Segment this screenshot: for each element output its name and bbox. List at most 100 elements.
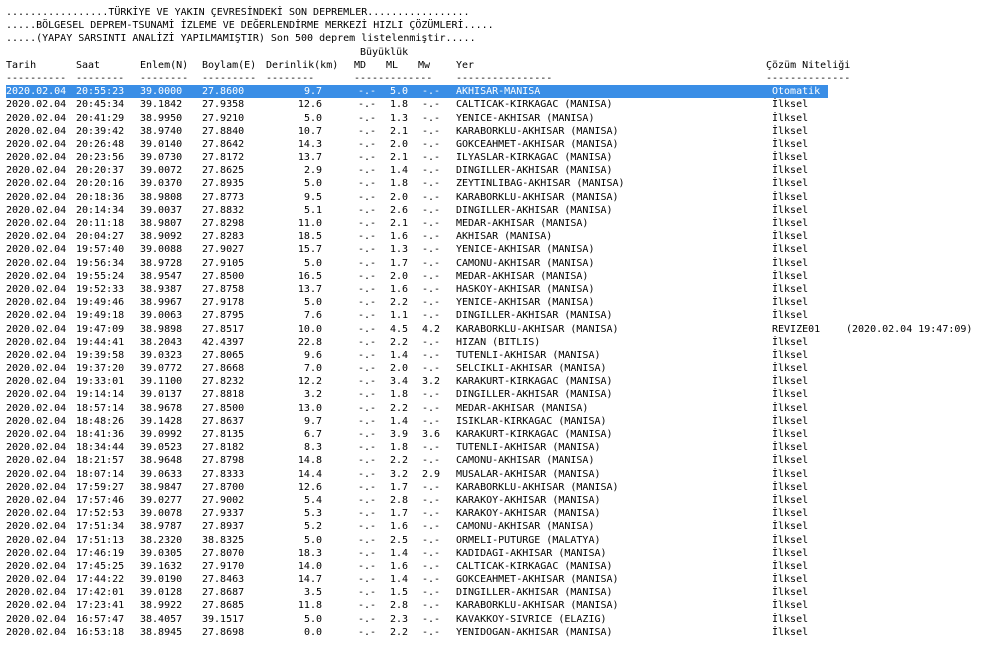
table-row[interactable]: 2020.02.04 17:45:25 39.1632 27.9170 14.0 -.- 1… (6, 560, 1000, 573)
table-row[interactable]: 2020.02.04 18:41:36 39.0992 27.8135 6.7 -.- 3.… (6, 428, 1000, 441)
cell-time: 19:55:24 (76, 270, 125, 282)
table-row[interactable]: 2020.02.04 17:46:19 39.0305 27.8070 18.3 -.- 1… (6, 547, 1000, 560)
table-row[interactable]: 2020.02.04 19:49:18 39.0063 27.8795 7.6 -.- 1.… (6, 309, 1000, 322)
cell-depth: 9.7 (303, 86, 322, 98)
cell-date: 2020.02.04 (6, 257, 67, 269)
table-row[interactable]: 2020.02.04 20:20:16 39.0370 27.8935 5.0 -.- 1.… (6, 177, 1000, 190)
table-row[interactable]: 2020.02.04 20:39:42 38.9740 27.8840 10.7 -.- 2… (6, 125, 1000, 138)
cell-time: 17:52:53 (76, 508, 125, 520)
cell-mw: -.- (422, 455, 441, 467)
table-row[interactable]: 2020.02.04 19:37:20 39.0772 27.8668 7.0 -.- 2.… (6, 362, 1000, 375)
table-row[interactable]: 2020.02.04 18:57:14 38.9678 27.8500 13.0 -.- 2… (6, 402, 1000, 415)
table-row[interactable]: 2020.02.04 20:20:37 39.0072 27.8625 2.9 -.- 1.… (6, 164, 1000, 177)
table-row[interactable]: 2020.02.04 17:23:41 38.9922 27.8685 11.8 -.- 2… (6, 599, 1000, 612)
cell-ml: 1.1 (390, 310, 409, 322)
cell-time: 20:39:42 (76, 125, 125, 137)
table-row[interactable]: 2020.02.04 19:55:24 38.9547 27.8500 16.5 -.- 2… (6, 270, 1000, 283)
cell-time: 19:57:40 (76, 244, 125, 256)
table-row[interactable]: 2020.02.04 19:33:01 39.1100 27.8232 12.2 -.- 3… (6, 375, 1000, 388)
cell-md: -.- (358, 138, 377, 150)
cell-depth: 9.7 (303, 415, 322, 427)
cell-date: 2020.02.04 (6, 376, 67, 388)
cell-quality: İlksel (772, 178, 809, 190)
table-row[interactable]: 2020.02.04 19:49:46 38.9967 27.9178 5.0 -.- 2.… (6, 296, 1000, 309)
cell-quality: İlksel (772, 587, 809, 599)
cell-lat: 39.0088 (140, 244, 183, 256)
table-row[interactable]: 2020.02.04 19:57:40 39.0088 27.9027 15.7 -.- 1… (6, 243, 1000, 256)
table-row[interactable]: 2020.02.04 19:14:14 39.0137 27.8818 3.2 -.- 1.… (6, 388, 1000, 401)
cell-quality: İlksel (772, 468, 809, 480)
cell-depth: 5.1 (303, 204, 322, 216)
cell-time: 20:26:48 (76, 138, 125, 150)
cell-time: 19:14:14 (76, 389, 125, 401)
cell-time: 16:53:18 (76, 626, 125, 638)
table-row[interactable]: 2020.02.04 20:55:23 39.0000 27.8600 9.7 -.- 5.… (6, 85, 1000, 99)
cell-ml: 1.8 (390, 389, 409, 401)
table-row[interactable]: 2020.02.04 17:51:34 38.9787 27.8937 5.2 -.- 1.… (6, 520, 1000, 533)
cell-quality: REVIZE01 (772, 323, 821, 335)
cell-ml: 2.0 (390, 191, 409, 203)
table-row[interactable]: 2020.02.04 18:34:44 39.0523 27.8182 8.3 -.- 1.… (6, 441, 1000, 454)
table-row[interactable]: 2020.02.04 20:18:36 38.9808 27.8773 9.5 -.- 2.… (6, 191, 1000, 204)
cell-place: AKHISAR-MANISA (456, 86, 541, 98)
cell-lon: 27.8832 (202, 204, 245, 216)
column-separator: ---------- -------- -------- --------- -… (6, 72, 851, 84)
cell-lon: 27.9337 (202, 508, 245, 520)
cell-time: 19:39:58 (76, 349, 125, 361)
table-row[interactable]: 2020.02.04 20:04:27 38.9092 27.8283 18.5 -.- 1… (6, 230, 1000, 243)
cell-mw: -.- (422, 613, 441, 625)
cell-lat: 38.4057 (140, 613, 183, 625)
cell-date: 2020.02.04 (6, 310, 67, 322)
cell-depth: 5.3 (303, 508, 322, 520)
cell-time: 17:44:22 (76, 574, 125, 586)
cell-mw: -.- (422, 534, 441, 546)
table-row[interactable]: 2020.02.04 20:41:29 38.9950 27.9210 5.0 -.- 1.… (6, 112, 1000, 125)
cell-quality: İlksel (772, 297, 809, 309)
cell-ml: 2.2 (390, 626, 409, 638)
cell-depth: 14.3 (297, 138, 322, 150)
cell-quality: İlksel (772, 204, 809, 216)
cell-md: -.- (358, 336, 377, 348)
cell-time: 17:42:01 (76, 587, 125, 599)
table-row[interactable]: 2020.02.04 17:44:22 39.0190 27.8463 14.7 -.- 1… (6, 573, 1000, 586)
cell-lat: 39.1842 (140, 99, 183, 111)
table-row[interactable]: 2020.02.04 18:48:26 39.1428 27.8637 9.7 -.- 1.… (6, 415, 1000, 428)
table-row[interactable]: 2020.02.04 19:56:34 38.9728 27.9105 5.0 -.- 1.… (6, 257, 1000, 270)
table-row[interactable]: 2020.02.04 20:23:56 39.0730 27.8172 13.7 -.- 2… (6, 151, 1000, 164)
table-row[interactable]: 2020.02.04 18:07:14 39.0633 27.8333 14.4 -.- 3… (6, 468, 1000, 481)
table-row[interactable]: 2020.02.04 17:57:46 39.0277 27.9002 5.4 -.- 2.… (6, 494, 1000, 507)
table-row[interactable]: 2020.02.04 19:47:09 38.9898 27.8517 10.0 -.- 4… (6, 323, 1000, 336)
cell-lon: 27.9002 (202, 494, 245, 506)
table-row[interactable]: 2020.02.04 19:39:58 39.0323 27.8065 9.6 -.- 1.… (6, 349, 1000, 362)
cell-quality: İlksel (772, 389, 809, 401)
table-row[interactable]: 2020.02.04 16:57:47 38.4057 39.1517 5.0 -.- 2.… (6, 613, 1000, 626)
table-row[interactable]: 2020.02.04 20:11:18 38.9807 27.8298 11.0 -.- 2… (6, 217, 1000, 230)
table-row[interactable]: 2020.02.04 19:44:41 38.2043 42.4397 22.8 -.- 2… (6, 336, 1000, 349)
cell-place: KARABORKLU-AKHISAR (MANISA) (456, 600, 619, 612)
cell-date: 2020.02.04 (6, 323, 67, 335)
table-row[interactable]: 2020.02.04 18:21:57 38.9648 27.8798 14.8 -.- 2… (6, 454, 1000, 467)
table-row[interactable]: 2020.02.04 20:26:48 39.0140 27.8642 14.3 -.- 2… (6, 138, 1000, 151)
table-row[interactable]: 2020.02.04 20:45:34 39.1842 27.9358 12.6 -.- 1… (6, 98, 1000, 111)
cell-quality: İlksel (772, 442, 809, 454)
cell-time: 19:33:01 (76, 376, 125, 388)
cell-mw: 3.6 (422, 429, 441, 440)
cell-time: 17:59:27 (76, 481, 125, 493)
table-row[interactable]: 2020.02.04 19:52:33 38.9387 27.8758 13.7 -.- 1… (6, 283, 1000, 296)
cell-lat: 38.9678 (140, 402, 183, 414)
cell-date: 2020.02.04 (6, 626, 67, 638)
cell-lon: 27.8773 (202, 191, 245, 203)
cell-md: -.- (358, 429, 377, 440)
cell-date: 2020.02.04 (6, 231, 67, 243)
cell-md: -.- (358, 363, 377, 375)
cell-depth: 3.2 (303, 389, 322, 401)
table-row[interactable]: 2020.02.04 20:14:34 39.0037 27.8832 5.1 -.- 2.… (6, 204, 1000, 217)
table-row[interactable]: 2020.02.04 17:52:53 39.0078 27.9337 5.3 -.- 1.… (6, 507, 1000, 520)
table-row[interactable]: 2020.02.04 17:51:13 38.2320 38.8325 5.0 -.- 2.… (6, 534, 1000, 547)
cell-mw: -.- (422, 626, 441, 638)
table-row[interactable]: 2020.02.04 17:42:01 39.0128 27.8687 3.5 -.- 1.… (6, 586, 1000, 599)
cell-mw: -.- (422, 442, 441, 454)
cell-place: DINGILLER-AKHISAR (MANISA) (456, 204, 613, 216)
table-row[interactable]: 2020.02.04 16:53:18 38.8945 27.8698 0.0 -.- 2.… (6, 626, 1000, 639)
table-row[interactable]: 2020.02.04 17:59:27 38.9847 27.8700 12.6 -.- 1… (6, 481, 1000, 494)
